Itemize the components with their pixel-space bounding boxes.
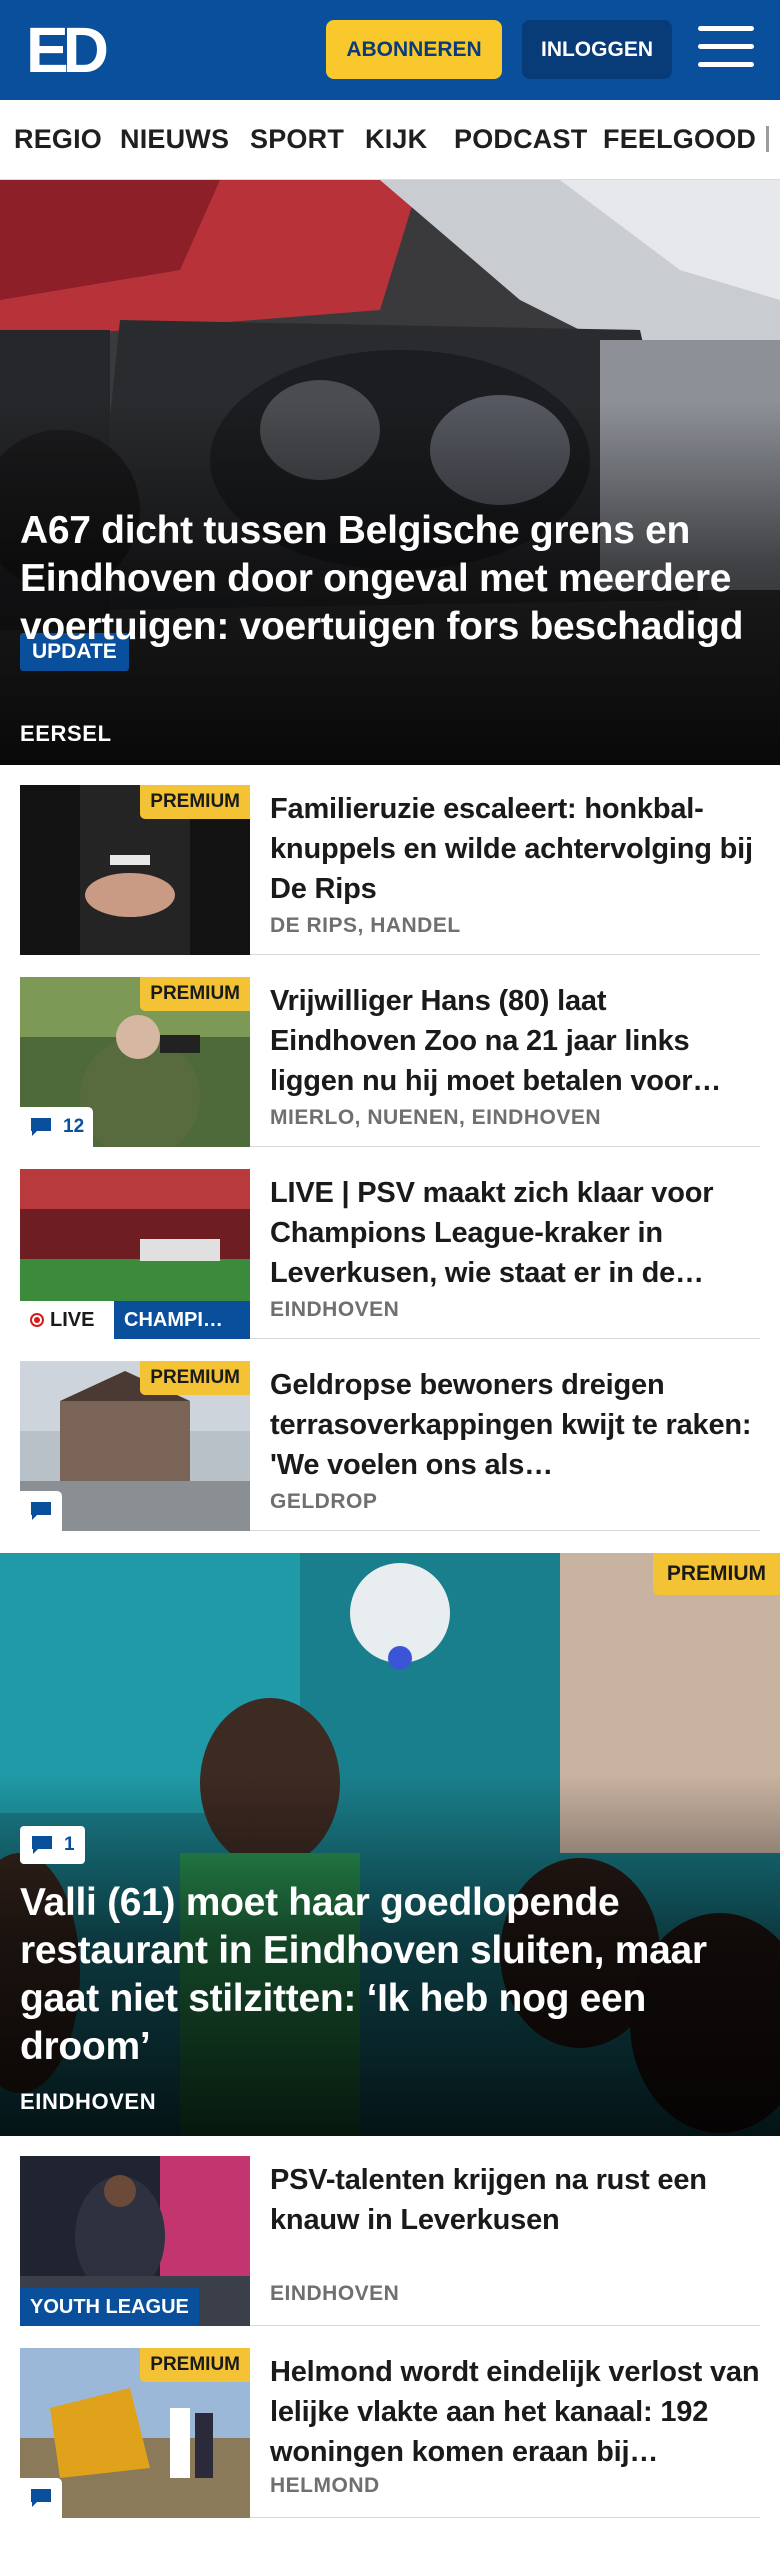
comment-count-badge[interactable]: 12 (20, 1107, 94, 1147)
hero-location: EINDHOVEN (20, 2089, 157, 2114)
live-label: LIVE (50, 1308, 95, 1331)
premium-badge: PREMIUM (652, 1553, 780, 1595)
premium-badge: PREMIUM (140, 1361, 250, 1395)
article-title[interactable]: Helmond wordt eindelijk verlost van leli… (270, 2352, 760, 2472)
subscribe-button[interactable]: ABONNEREN (326, 20, 502, 79)
live-badge: LIVE (20, 1301, 114, 1339)
article-thumbnail: PREMIUM (20, 785, 250, 955)
article-thumbnail: PREMIUM (20, 2348, 250, 2518)
article-title[interactable]: Geldropse bewoners dreigen terrasoverkap… (270, 1365, 760, 1485)
comment-badge[interactable] (20, 2478, 62, 2518)
section-nav: REGIO NIEUWS SPORT KIJK PODCAST FEELGOOD (0, 100, 780, 180)
article-thumbnail: PREMIUM 12 (20, 977, 250, 1147)
list-item[interactable]: PREMIUM Familieruzie escaleert: honkbal-… (20, 765, 760, 955)
article-location: EINDHOVEN (270, 2282, 400, 2305)
comment-count: 12 (63, 1116, 85, 1137)
comment-bubble-icon (31, 2489, 51, 2507)
article-location: HELMOND (270, 2474, 380, 2497)
hamburger-menu-icon[interactable] (698, 26, 754, 72)
svg-text:ED: ED (26, 20, 107, 80)
article-title[interactable]: Vrijwilliger Hans (80) laat Eindhoven Zo… (270, 981, 760, 1101)
article-location: EINDHOVEN (270, 1298, 400, 1321)
comment-bubble-icon (31, 1502, 51, 1520)
article-thumbnail: PREMIUM (20, 1361, 250, 1531)
premium-badge: PREMIUM (140, 785, 250, 819)
article-thumbnail: LIVE CHAMPI… (20, 1169, 250, 1339)
category-badge: CHAMPI… (114, 1301, 250, 1339)
live-dot-icon (30, 1313, 44, 1327)
article-location: DE RIPS, HANDEL (270, 914, 461, 937)
comment-badge[interactable] (20, 1491, 62, 1531)
list-item[interactable]: PREMIUM Helmond wordt eindelijk verlost … (20, 2328, 760, 2518)
article-thumbnail: YOUTH LEAGUE (20, 2156, 250, 2326)
article-location: GELDROP (270, 1490, 378, 1513)
nav-item-feelgood[interactable]: FEELGOOD (603, 124, 756, 155)
nav-item-kijk[interactable]: KIJK (365, 124, 427, 155)
hero-location: EERSEL (20, 721, 112, 746)
nav-overflow-indicator (766, 126, 769, 152)
comment-count: 1 (64, 1834, 75, 1855)
site-header: ED ABONNEREN INLOGGEN (0, 0, 780, 100)
category-badge: YOUTH LEAGUE (20, 2288, 199, 2326)
nav-item-regio[interactable]: REGIO (14, 124, 102, 155)
article-title[interactable]: PSV-talenten krijgen na rust een knauw i… (270, 2160, 760, 2240)
comment-bubble-icon (32, 1836, 52, 1854)
premium-badge: PREMIUM (140, 2348, 250, 2382)
article-title[interactable]: LIVE | PSV maakt zich klaar voor Champio… (270, 1173, 760, 1293)
hero-article-valli[interactable]: PREMIUM 1 Valli (61) moet haar goedlopen… (0, 1553, 780, 2136)
nav-item-sport[interactable]: SPORT (250, 124, 344, 155)
list-item[interactable]: LIVE CHAMPI… LIVE | PSV maakt zich klaar… (20, 1149, 760, 1339)
nav-item-nieuws[interactable]: NIEUWS (120, 124, 229, 155)
list-item[interactable]: YOUTH LEAGUE PSV-talenten krijgen na rus… (20, 2136, 760, 2326)
list-item[interactable]: PREMIUM Geldropse bewoners dreigen terra… (20, 1341, 760, 1531)
ed-logo[interactable]: ED (26, 20, 116, 80)
premium-badge: PREMIUM (140, 977, 250, 1011)
login-button[interactable]: INLOGGEN (522, 20, 672, 79)
hero-article-a67[interactable]: UPDATE A67 dicht tussen Belgische grens … (0, 180, 780, 765)
article-title[interactable]: Familieruzie escaleert: honkbal-knuppels… (270, 789, 760, 909)
comment-count-badge[interactable]: 1 (20, 1826, 85, 1864)
hero-title[interactable]: A67 dicht tussen Belgische grens en Eind… (20, 507, 765, 651)
list-item[interactable]: PREMIUM 12 Vrijwilliger Hans (80) laat E… (20, 957, 760, 1147)
comment-bubble-icon (31, 1118, 51, 1136)
article-location: MIERLO, NUENEN, EINDHOVEN (270, 1106, 602, 1129)
nav-item-podcast[interactable]: PODCAST (454, 124, 587, 155)
hero-title[interactable]: Valli (61) moet haar goedlopende restaur… (20, 1879, 765, 2071)
